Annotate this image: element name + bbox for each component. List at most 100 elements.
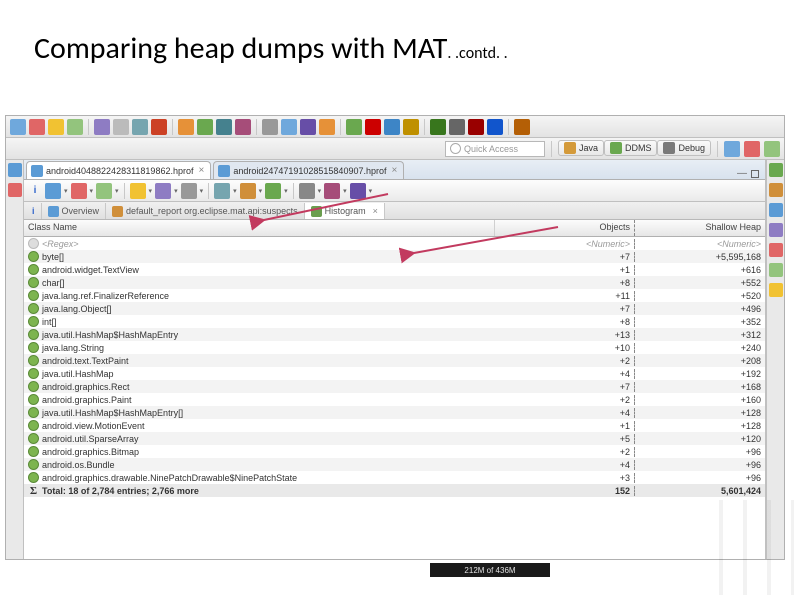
toolbar-icon[interactable]: [155, 183, 171, 199]
chevron-down-icon[interactable]: ▾: [90, 187, 94, 195]
chevron-down-icon[interactable]: ▾: [284, 187, 288, 195]
table-row[interactable]: java.lang.Object[]+7+496: [24, 302, 765, 315]
filter-name[interactable]: <Regex>: [42, 239, 79, 249]
toolbar-icon[interactable]: [197, 119, 213, 135]
view-icon[interactable]: [769, 223, 783, 237]
editor-tab[interactable]: android24747191028515840907.hprof×: [213, 161, 404, 179]
sub-tab[interactable]: default_report org.eclipse.mat.api:suspe…: [106, 203, 305, 219]
close-icon[interactable]: ×: [391, 165, 397, 176]
maximize-icon[interactable]: [751, 170, 759, 178]
toolbar-icon[interactable]: [181, 183, 197, 199]
toolbar-icon[interactable]: [48, 119, 64, 135]
toolbar-icon[interactable]: [216, 119, 232, 135]
chevron-down-icon[interactable]: ▾: [318, 187, 322, 195]
perspective-debug[interactable]: Debug: [657, 140, 711, 156]
table-row[interactable]: android.graphics.Rect+7+168: [24, 380, 765, 393]
toolbar-icon[interactable]: [67, 119, 83, 135]
view-icon[interactable]: [8, 183, 22, 197]
toolbar-icon[interactable]: [130, 183, 146, 199]
toolbar-icon[interactable]: [132, 119, 148, 135]
table-row[interactable]: android.graphics.drawable.NinePatchDrawa…: [24, 471, 765, 484]
toolbar-icon[interactable]: [324, 183, 340, 199]
toolbar-icon[interactable]: [300, 119, 316, 135]
toolbar-icon[interactable]: [10, 119, 26, 135]
toolbar-icon[interactable]: [724, 141, 740, 157]
toolbar-icon[interactable]: [365, 119, 381, 135]
toolbar-icon[interactable]: [744, 141, 760, 157]
chevron-down-icon[interactable]: ▾: [343, 187, 347, 195]
minimize-icon[interactable]: —: [737, 168, 747, 179]
close-icon[interactable]: ×: [198, 165, 204, 176]
filter-objects[interactable]: <Numeric>: [495, 239, 635, 249]
toolbar-icon[interactable]: [384, 119, 400, 135]
close-icon[interactable]: ×: [373, 206, 378, 216]
view-icon[interactable]: [769, 243, 783, 257]
toolbar-icon[interactable]: [764, 141, 780, 157]
chevron-down-icon[interactable]: ▾: [259, 187, 263, 195]
table-row[interactable]: android.graphics.Bitmap+2+96: [24, 445, 765, 458]
toolbar-icon[interactable]: [29, 119, 45, 135]
view-icon[interactable]: [769, 263, 783, 277]
chevron-down-icon[interactable]: ▾: [115, 187, 119, 195]
chevron-down-icon[interactable]: ▾: [174, 187, 178, 195]
view-icon[interactable]: [769, 283, 783, 297]
table-row[interactable]: android.text.TextPaint+2+208: [24, 354, 765, 367]
sub-tab[interactable]: Overview: [42, 203, 107, 219]
column-objects[interactable]: Objects: [495, 220, 635, 236]
view-icon[interactable]: [769, 183, 783, 197]
toolbar-icon[interactable]: [319, 119, 335, 135]
column-shallow-heap[interactable]: Shallow Heap: [635, 220, 765, 236]
perspective-java[interactable]: Java: [558, 140, 604, 156]
toolbar-icon[interactable]: [281, 119, 297, 135]
toolbar-icon[interactable]: [403, 119, 419, 135]
toolbar-icon[interactable]: [262, 119, 278, 135]
toolbar-icon[interactable]: [113, 119, 129, 135]
toolbar-icon[interactable]: [45, 183, 61, 199]
toolbar-icon[interactable]: [214, 183, 230, 199]
quick-access-input[interactable]: Quick Access: [445, 141, 545, 157]
table-row[interactable]: java.util.HashMap+4+192: [24, 367, 765, 380]
toolbar-icon[interactable]: [265, 183, 281, 199]
toolbar-icon[interactable]: [449, 119, 465, 135]
sub-tab[interactable]: Histogram×: [305, 203, 385, 219]
chevron-down-icon[interactable]: ▾: [149, 187, 153, 195]
table-row[interactable]: android.widget.TextView+1+616: [24, 263, 765, 276]
toolbar-icon[interactable]: [487, 119, 503, 135]
toolbar-icon[interactable]: [430, 119, 446, 135]
table-row[interactable]: android.graphics.Paint+2+160: [24, 393, 765, 406]
table-row[interactable]: android.util.SparseArray+5+120: [24, 432, 765, 445]
toolbar-icon[interactable]: [468, 119, 484, 135]
toolbar-icon[interactable]: [299, 183, 315, 199]
chevron-down-icon[interactable]: ▾: [369, 187, 373, 195]
toolbar-icon[interactable]: [350, 183, 366, 199]
chevron-down-icon[interactable]: ▾: [64, 187, 68, 195]
toolbar-icon[interactable]: [346, 119, 362, 135]
filter-row[interactable]: <Regex> <Numeric> <Numeric>: [24, 237, 765, 250]
table-row[interactable]: java.lang.ref.FinalizerReference+11+520: [24, 289, 765, 302]
table-row[interactable]: byte[]+7+5,595,168: [24, 250, 765, 263]
table-row[interactable]: android.view.MotionEvent+1+128: [24, 419, 765, 432]
toolbar-icon[interactable]: [514, 119, 530, 135]
table-row[interactable]: android.os.Bundle+4+96: [24, 458, 765, 471]
view-icon[interactable]: [8, 163, 22, 177]
view-icon[interactable]: [769, 203, 783, 217]
perspective-ddms[interactable]: DDMS: [604, 140, 658, 156]
table-row[interactable]: char[]+8+552: [24, 276, 765, 289]
table-row[interactable]: java.util.HashMap$HashMapEntry+13+312: [24, 328, 765, 341]
table-row[interactable]: int[]+8+352: [24, 315, 765, 328]
toolbar-icon[interactable]: [240, 183, 256, 199]
info-tab[interactable]: i: [26, 203, 42, 219]
column-class-name[interactable]: Class Name: [24, 220, 495, 236]
view-icon[interactable]: [769, 163, 783, 177]
table-row[interactable]: java.util.HashMap$HashMapEntry[]+4+128: [24, 406, 765, 419]
table-row[interactable]: java.lang.String+10+240: [24, 341, 765, 354]
info-icon[interactable]: i: [28, 185, 42, 196]
filter-heap[interactable]: <Numeric>: [635, 239, 765, 249]
chevron-down-icon[interactable]: ▾: [200, 187, 204, 195]
toolbar-icon[interactable]: [96, 183, 112, 199]
toolbar-icon[interactable]: [94, 119, 110, 135]
editor-tab[interactable]: android4048822428311819862.hprof×: [26, 161, 211, 179]
toolbar-icon[interactable]: [235, 119, 251, 135]
chevron-down-icon[interactable]: ▾: [233, 187, 237, 195]
toolbar-icon[interactable]: [151, 119, 167, 135]
